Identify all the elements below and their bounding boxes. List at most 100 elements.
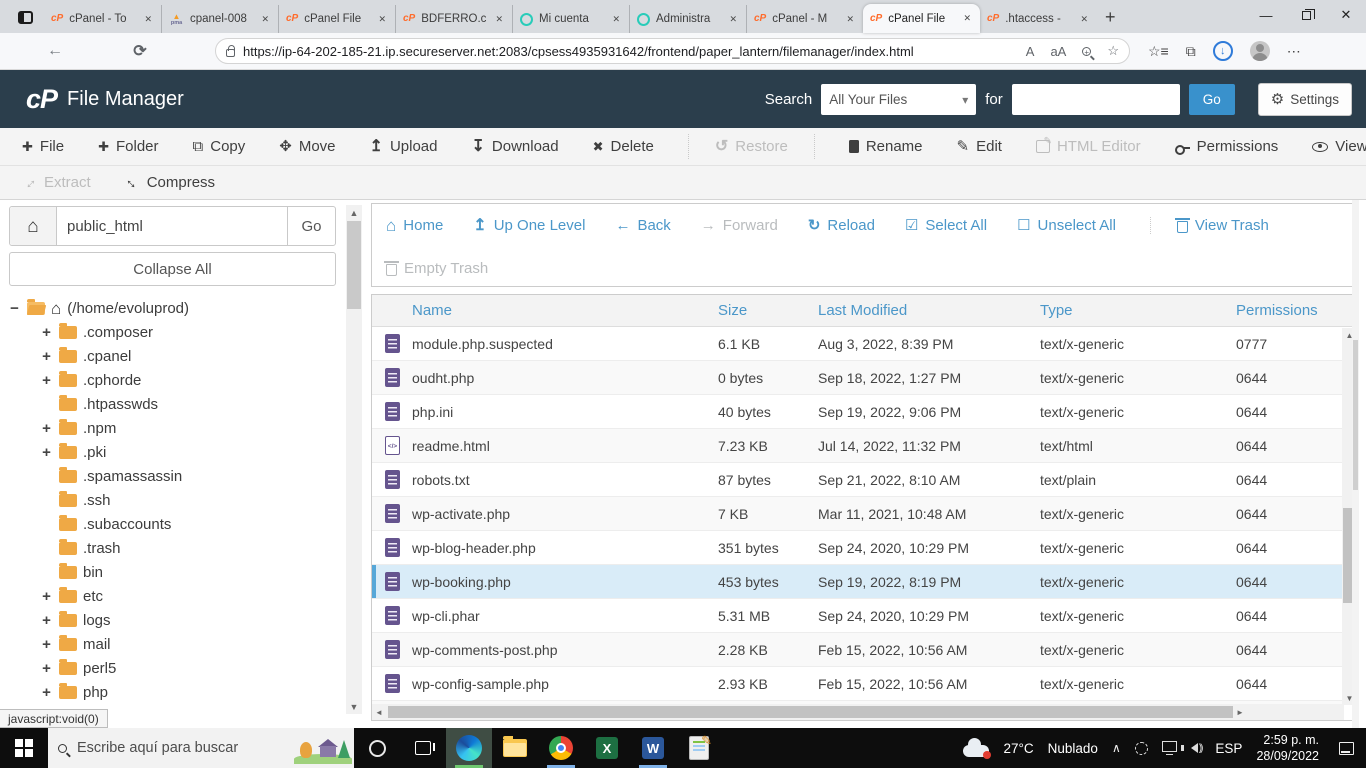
tab-close-icon[interactable]: ✕	[844, 12, 856, 27]
weather-desc[interactable]: Nublado	[1048, 741, 1098, 756]
cortana-button[interactable]	[354, 728, 400, 768]
network-icon[interactable]	[1161, 741, 1177, 755]
downloads-icon[interactable]: ↓	[1212, 41, 1233, 61]
file-name[interactable]: robots.txt	[412, 472, 718, 488]
browser-tab[interactable]: Mi cuenta ✕	[512, 5, 629, 33]
profile-avatar[interactable]	[1249, 41, 1270, 61]
browser-tab[interactable]: cPanel - To ✕	[44, 5, 161, 33]
scroll-thumb[interactable]	[1353, 340, 1358, 490]
toolbar-button-delete[interactable]: Delete	[593, 138, 654, 155]
file-name[interactable]: module.php.suspected	[412, 336, 718, 352]
column-header-permissions[interactable]: Permissions	[1236, 302, 1358, 319]
file-name[interactable]: wp-blog-header.php	[412, 540, 718, 556]
table-row[interactable]: robots.txt 87 bytes Sep 21, 2022, 8:10 AM t…	[372, 463, 1358, 497]
toolbar-button-permissions[interactable]: Permissions	[1174, 138, 1278, 155]
expand-icon[interactable]: +	[40, 588, 53, 605]
nav-back[interactable]: Back	[615, 217, 670, 234]
taskbar-search[interactable]	[48, 728, 354, 768]
browser-tab[interactable]: cPanel File ✕	[863, 4, 980, 33]
action-center-icon[interactable]	[1339, 741, 1354, 755]
scroll-left-icon[interactable]: ◄	[372, 708, 386, 717]
expand-icon[interactable]: +	[40, 612, 53, 629]
task-view-button[interactable]	[400, 728, 446, 768]
translate-icon[interactable]: aA	[1050, 44, 1066, 59]
search-highlight-illustration[interactable]	[294, 732, 352, 764]
taskbar-edge-button[interactable]	[446, 728, 492, 768]
favorites-bar-icon[interactable]: ☆≡	[1148, 43, 1169, 60]
tab-close-icon[interactable]: ✕	[727, 12, 739, 27]
tree-item-bin[interactable]: bin	[0, 560, 340, 584]
toolbar-button-folder[interactable]: Folder	[98, 138, 159, 155]
path-go-button[interactable]: Go	[287, 207, 335, 245]
toolbar-button-upload[interactable]: Upload	[370, 138, 438, 155]
scroll-up-icon[interactable]: ▲	[346, 205, 362, 220]
tree-item-etc[interactable]: + etc	[0, 584, 340, 608]
search-scope-select[interactable]: All Your Files	[821, 83, 977, 115]
browser-back-button[interactable]: ←	[40, 42, 70, 60]
toolbar-button-move[interactable]: Move	[279, 138, 336, 155]
nav-up-one-level[interactable]: Up One Level	[473, 217, 586, 234]
tree-item-dot-trash[interactable]: .trash	[0, 536, 340, 560]
tree-item-dot-cphorde[interactable]: + .cphorde	[0, 368, 340, 392]
tab-close-icon[interactable]: ✕	[259, 12, 271, 27]
clock[interactable]: 2:59 p. m. 28/09/2022	[1256, 732, 1319, 765]
table-row[interactable]: wp-cli.phar 5.31 MB Sep 24, 2020, 10:29 PM…	[372, 599, 1358, 633]
expand-icon[interactable]: +	[40, 444, 53, 461]
expand-icon[interactable]: +	[40, 324, 53, 341]
table-row[interactable]: oudht.php 0 bytes Sep 18, 2022, 1:27 PM tex…	[372, 361, 1358, 395]
tab-close-icon[interactable]: ✕	[610, 12, 622, 27]
taskbar-notepad-button[interactable]	[676, 728, 722, 768]
nav-reload[interactable]: Reload	[808, 217, 875, 234]
tab-close-icon[interactable]: ✕	[142, 12, 154, 27]
browser-tab[interactable]: cpanel-008 ✕	[161, 5, 278, 33]
tree-item-dot-cpanel[interactable]: + .cpanel	[0, 344, 340, 368]
taskbar-word-button[interactable]: W	[630, 728, 676, 768]
new-tab-button[interactable]: +	[1105, 7, 1116, 28]
taskbar-excel-button[interactable]: X	[584, 728, 630, 768]
url-text[interactable]: https://ip-64-202-185-21.ip.secureserver…	[243, 44, 1018, 59]
table-row[interactable]: wp-activate.php 7 KB Mar 11, 2021, 10:48 A…	[372, 497, 1358, 531]
file-name[interactable]: readme.html	[412, 438, 718, 454]
taskbar-explorer-button[interactable]	[492, 728, 538, 768]
tree-item-mail[interactable]: + mail	[0, 632, 340, 656]
tree-item-dot-subaccounts[interactable]: .subaccounts	[0, 512, 340, 536]
browser-tab[interactable]: cPanel - M ✕	[746, 5, 863, 33]
table-horizontal-scrollbar[interactable]: ◄ ►	[372, 704, 1344, 720]
tree-item-dot-npm[interactable]: + .npm	[0, 416, 340, 440]
table-row[interactable]: wp-comments-post.php 2.28 KB Feb 15, 2022,…	[372, 633, 1358, 667]
tree-item-dot-pki[interactable]: + .pki	[0, 440, 340, 464]
file-name[interactable]: php.ini	[412, 404, 718, 420]
tree-item-perl5[interactable]: + perl5	[0, 656, 340, 680]
favorite-add-icon[interactable]: ☆	[1107, 43, 1119, 59]
table-row[interactable]: wp-blog-header.php 351 bytes Sep 24, 2020,…	[372, 531, 1358, 565]
file-name[interactable]: wp-activate.php	[412, 506, 718, 522]
tray-expand-icon[interactable]: ∧	[1112, 741, 1121, 755]
tray-app-icon[interactable]	[1134, 741, 1148, 755]
collapse-all-button[interactable]: Collapse All	[9, 252, 336, 286]
column-header-name[interactable]: Name	[412, 302, 718, 319]
search-input[interactable]	[1011, 83, 1180, 115]
weather-temp[interactable]: 27°C	[1003, 741, 1033, 756]
tab-actions-button[interactable]	[10, 5, 40, 29]
collapse-icon[interactable]: −	[8, 300, 21, 317]
close-button[interactable]: ✕	[1326, 0, 1366, 30]
scroll-thumb[interactable]	[388, 706, 1233, 718]
expand-icon[interactable]: +	[40, 684, 53, 701]
table-row[interactable]: readme.html7.23 KB Jul 14, 2022, 11:32 PM…	[372, 429, 1358, 463]
search-go-button[interactable]: Go	[1188, 83, 1235, 115]
tree-item-php[interactable]: + php	[0, 680, 340, 704]
scroll-thumb[interactable]	[347, 221, 361, 309]
toolbar-button-view[interactable]: View	[1312, 138, 1366, 155]
file-name[interactable]: wp-cli.phar	[412, 608, 718, 624]
file-name[interactable]: wp-booking.php	[412, 574, 718, 590]
table-row[interactable]: wp-booking.php 453 bytes Sep 19, 2022, 8:1…	[372, 565, 1358, 599]
tree-item-dot-spamassassin[interactable]: .spamassassin	[0, 464, 340, 488]
column-header-type[interactable]: Type	[1040, 302, 1236, 319]
file-name[interactable]: oudht.php	[412, 370, 718, 386]
tree-item-dot-htpasswds[interactable]: .htpasswds	[0, 392, 340, 416]
column-header-size[interactable]: Size	[718, 302, 818, 319]
expand-icon[interactable]: +	[40, 348, 53, 365]
sidebar-scrollbar[interactable]: ▲ ▼	[346, 205, 362, 714]
tab-close-icon[interactable]: ✕	[493, 12, 505, 27]
address-bar[interactable]: https://ip-64-202-185-21.ip.secureserver…	[215, 38, 1130, 64]
